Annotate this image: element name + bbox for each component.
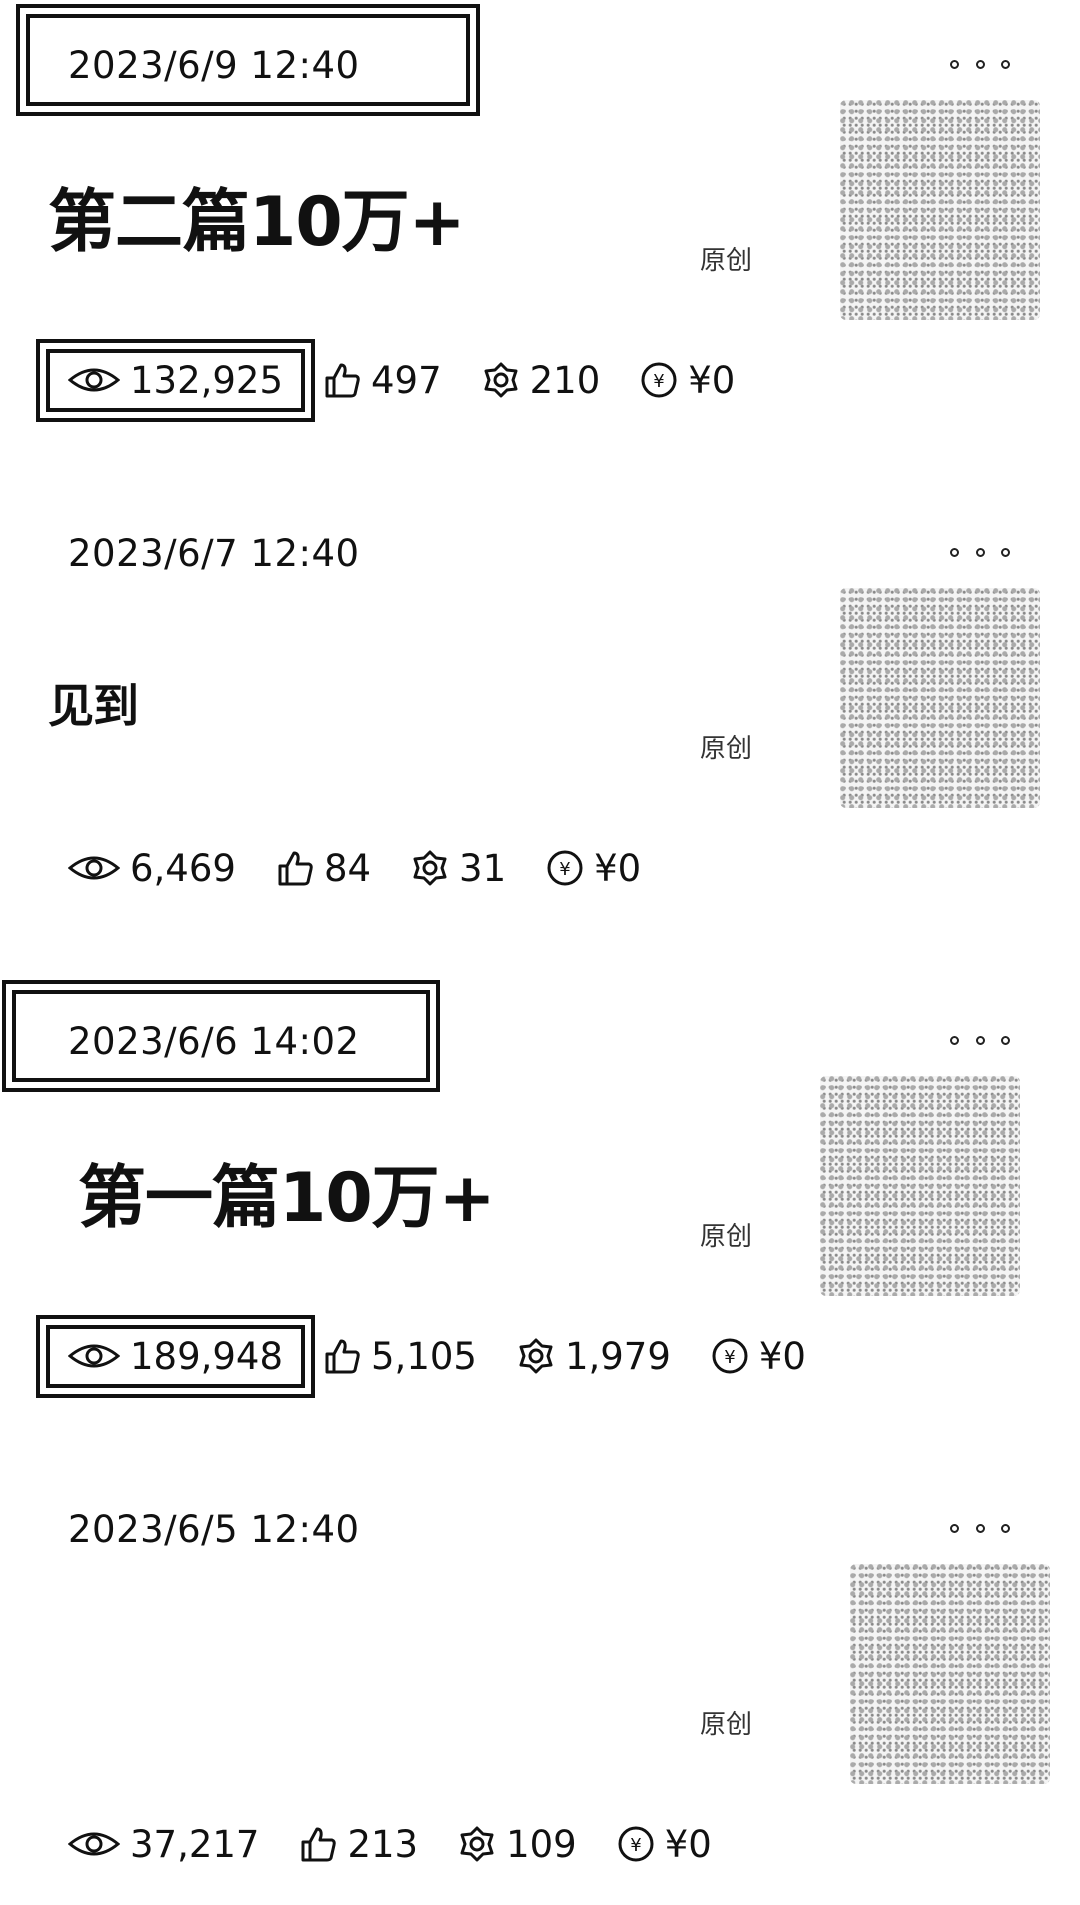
svg-text:¥: ¥ (654, 371, 665, 392)
shares-stat[interactable]: 210 (482, 359, 600, 402)
post-title[interactable]: 见到 (48, 638, 768, 768)
post-thumbnail[interactable] (820, 1076, 1020, 1296)
more-dots-icon[interactable] (950, 540, 1010, 564)
post-date-text: 2023/6/9 12:40 (68, 43, 360, 87)
post-date-text: 2023/6/5 12:40 (68, 1507, 360, 1551)
post-title[interactable] (48, 1614, 768, 1744)
thumbs-up-icon (278, 851, 313, 886)
svg-text:¥: ¥ (559, 859, 570, 880)
original-badge: 原创 (700, 1710, 753, 1740)
income-stat[interactable]: ¥ ¥0 (546, 847, 641, 890)
income-stat[interactable]: ¥ ¥0 (711, 1335, 806, 1378)
yuan-coin-icon: ¥ (547, 850, 583, 886)
original-badge: 原创 (700, 246, 753, 276)
eye-icon (68, 1832, 120, 1856)
original-badge: 原创 (700, 1222, 753, 1252)
views-stat: 132,925 (46, 348, 306, 412)
shares-stat[interactable]: 31 (411, 847, 506, 890)
more-dots-icon[interactable] (950, 1516, 1010, 1540)
more-dots-icon[interactable] (950, 1028, 1010, 1052)
post-stats: 189,948 5,105 1,979 ¥ ¥0 (46, 1321, 846, 1391)
thumbs-up-icon (325, 1339, 360, 1374)
original-badge: 原创 (700, 734, 753, 764)
post-title[interactable]: 第二篇10万+ (48, 150, 768, 280)
post-date-text: 2023/6/6 14:02 (68, 1019, 360, 1063)
post-stats: 37,217 213 109 ¥ ¥0 (68, 1809, 752, 1879)
share-icon (413, 850, 447, 886)
post-date: 2023/6/7 12:40 (68, 518, 360, 588)
post-stats: 132,925 497 210 ¥ ¥0 (46, 345, 775, 415)
post-stats: 6,469 84 31 ¥ ¥0 (68, 833, 681, 903)
shares-stat[interactable]: 109 (458, 1823, 577, 1866)
post-card[interactable]: 2023/6/9 12:40 第二篇10万+ 原创 132,925 497 21… (0, 0, 1080, 490)
post-thumbnail[interactable] (840, 588, 1040, 808)
more-dots-icon[interactable] (950, 52, 1010, 76)
post-thumbnail[interactable] (850, 1564, 1050, 1784)
eye-icon (68, 368, 120, 392)
yuan-coin-icon: ¥ (712, 1338, 748, 1374)
post-card[interactable]: 2023/6/7 12:40 见到 原创 6,469 84 31 ¥ ¥0 (0, 488, 1080, 978)
svg-text:¥: ¥ (630, 1835, 641, 1856)
svg-text:¥: ¥ (724, 1347, 735, 1368)
post-date: 2023/6/5 12:40 (68, 1494, 360, 1564)
thumbs-up-icon (325, 363, 360, 398)
views-stat: 37,217 (68, 1823, 259, 1866)
likes-stat[interactable]: 84 (276, 847, 371, 890)
views-stat: 189,948 (46, 1324, 306, 1388)
yuan-coin-icon: ¥ (641, 362, 677, 398)
post-card[interactable]: 2023/6/5 12:40 原创 37,217 213 109 ¥ ¥0 (0, 1464, 1080, 1905)
income-stat[interactable]: ¥ ¥0 (617, 1823, 712, 1866)
views-stat: 6,469 (68, 847, 236, 890)
post-title[interactable]: 第一篇10万+ (78, 1126, 798, 1256)
likes-stat[interactable]: 497 (323, 359, 442, 402)
likes-stat[interactable]: 5,105 (323, 1335, 477, 1378)
share-icon (519, 1338, 553, 1374)
shares-stat[interactable]: 1,979 (517, 1335, 671, 1378)
thumbs-up-icon (301, 1827, 337, 1862)
post-list: 2023/6/9 12:40 第二篇10万+ 原创 132,925 497 21… (0, 0, 1080, 1905)
income-stat[interactable]: ¥ ¥0 (640, 359, 735, 402)
post-card[interactable]: 2023/6/6 14:02 第一篇10万+ 原创 189,948 5,105 … (0, 976, 1080, 1466)
likes-stat[interactable]: 213 (299, 1823, 418, 1866)
share-icon (484, 362, 518, 398)
yuan-coin-icon: ¥ (618, 1826, 654, 1862)
share-icon (460, 1826, 494, 1862)
post-date: 2023/6/9 12:40 (68, 30, 360, 100)
eye-icon (68, 856, 120, 880)
eye-icon (68, 1344, 120, 1368)
post-date-text: 2023/6/7 12:40 (68, 531, 360, 575)
post-date: 2023/6/6 14:02 (68, 1006, 360, 1076)
post-thumbnail[interactable] (840, 100, 1040, 320)
